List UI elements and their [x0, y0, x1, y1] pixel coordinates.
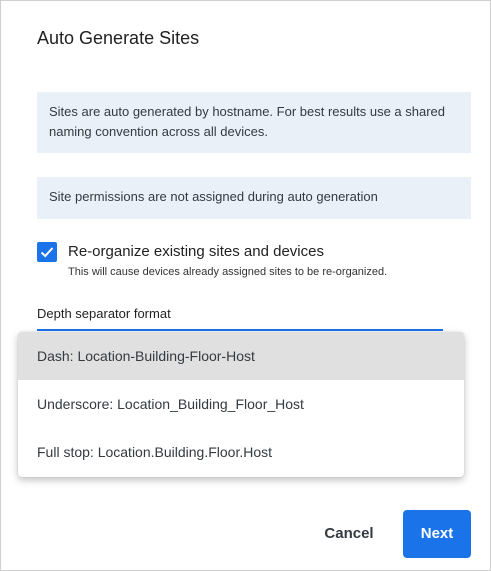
permissions-info-text: Site permissions are not assigned during…	[49, 189, 378, 204]
reorganize-description: This will cause devices already assigned…	[68, 266, 388, 278]
permissions-info-box: Site permissions are not assigned during…	[37, 177, 471, 219]
auto-generate-sites-dialog: Auto Generate Sites Sites are auto gener…	[0, 0, 491, 571]
cancel-button[interactable]: Cancel	[311, 511, 387, 557]
next-button[interactable]: Next	[403, 510, 471, 558]
dialog-title: Auto Generate Sites	[37, 28, 200, 48]
check-icon	[40, 247, 54, 258]
depth-separator-dropdown: Dash: Location-Building-Floor-Host Under…	[18, 332, 464, 477]
hostname-info-box: Sites are auto generated by hostname. Fo…	[37, 92, 471, 153]
reorganize-label[interactable]: Re-organize existing sites and devices	[68, 243, 324, 260]
reorganize-checkbox[interactable]	[37, 242, 57, 262]
option-underscore[interactable]: Underscore: Location_Building_Floor_Host	[18, 380, 464, 428]
depth-separator-select[interactable]	[37, 329, 443, 331]
option-dash[interactable]: Dash: Location-Building-Floor-Host	[18, 332, 464, 380]
option-full-stop[interactable]: Full stop: Location.Building.Floor.Host	[18, 428, 464, 476]
hostname-info-text: Sites are auto generated by hostname. Fo…	[49, 104, 446, 139]
depth-separator-label: Depth separator format	[37, 306, 171, 321]
